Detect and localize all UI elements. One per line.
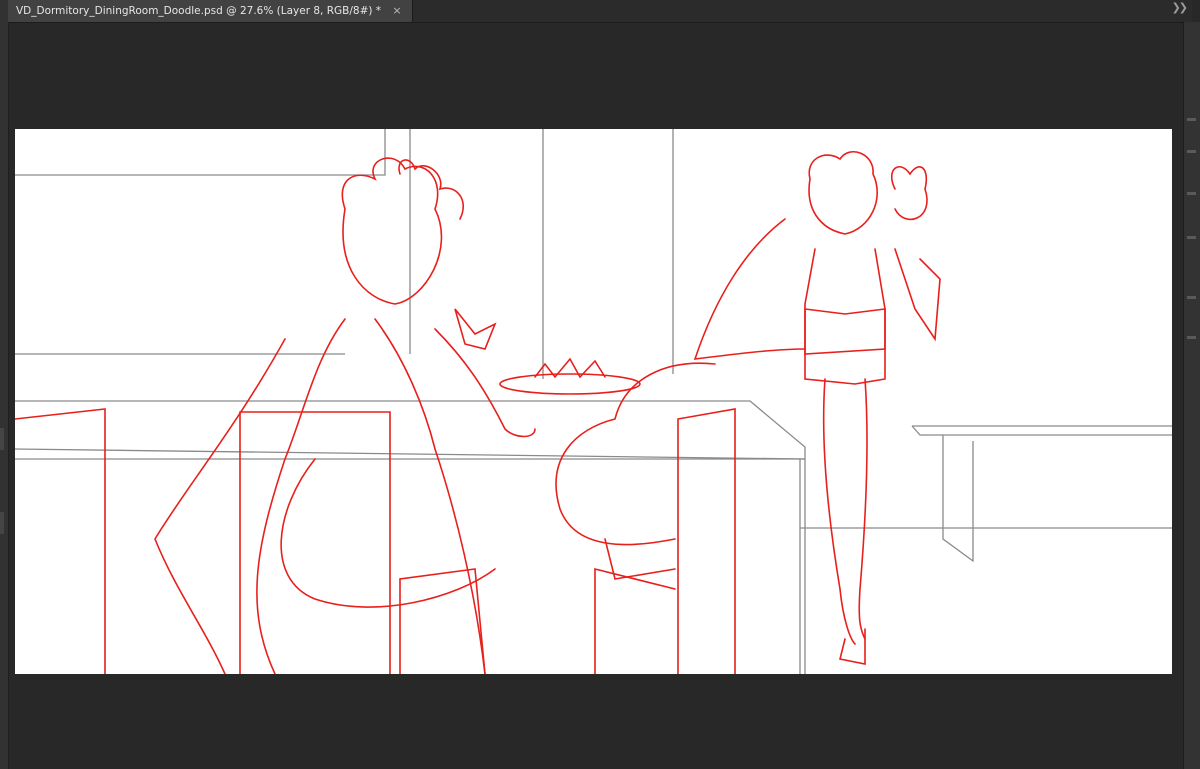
table-edge	[15, 448, 806, 460]
table-top	[15, 400, 806, 674]
bench-leg	[942, 435, 974, 563]
right-character-arm	[894, 248, 941, 342]
left-character-body	[256, 318, 346, 674]
panel-icon[interactable]	[1187, 236, 1196, 239]
red-sketch-layer	[15, 150, 941, 674]
held-object	[804, 308, 886, 355]
panel-icon[interactable]	[1187, 150, 1196, 153]
toolbar-collapse-handle[interactable]	[0, 428, 4, 450]
right-panel-dock	[1183, 22, 1200, 769]
stool	[594, 567, 676, 674]
double-chevron-icon[interactable]: ❯❯	[1172, 1, 1189, 14]
panel-icon[interactable]	[1187, 296, 1196, 299]
right-character-tail	[555, 362, 716, 546]
right-character-torso	[804, 248, 886, 385]
background-guides	[15, 129, 1172, 674]
right-character-wing	[693, 218, 806, 360]
tail-tip	[604, 538, 676, 580]
plate	[499, 373, 641, 395]
chair-back	[677, 408, 736, 674]
stool	[399, 568, 486, 674]
right-character-head	[808, 150, 878, 235]
window-frame	[15, 129, 386, 176]
left-toolbar-edge	[0, 0, 9, 769]
bench-edge	[911, 425, 1172, 436]
close-icon[interactable]: ×	[392, 0, 401, 22]
creature-companion	[890, 166, 928, 221]
panel-icon[interactable]	[1187, 192, 1196, 195]
document-tab-bar: VD_Dormitory_DiningRoom_Doodle.psd @ 27.…	[8, 0, 1192, 23]
left-character-arm	[434, 328, 536, 438]
toolbar-resize-handle[interactable]	[0, 512, 4, 534]
left-character-hair	[398, 159, 465, 220]
right-character-foot	[839, 628, 866, 665]
document-tab-title: VD_Dormitory_DiningRoom_Doodle.psd @ 27.…	[16, 5, 382, 17]
left-character-wing	[154, 338, 286, 674]
left-character-tail	[280, 458, 496, 608]
panel-icon[interactable]	[1187, 336, 1196, 339]
right-character-leg	[822, 378, 856, 645]
sketch-artwork	[15, 129, 1172, 674]
left-character-body	[374, 318, 486, 674]
hand-food	[454, 308, 497, 350]
panel-icon[interactable]	[1187, 118, 1196, 121]
document-tab[interactable]: VD_Dormitory_DiningRoom_Doodle.psd @ 27.…	[8, 0, 413, 22]
left-character-head	[341, 157, 443, 305]
document-canvas[interactable]	[15, 129, 1172, 674]
right-character-leg	[858, 378, 868, 640]
